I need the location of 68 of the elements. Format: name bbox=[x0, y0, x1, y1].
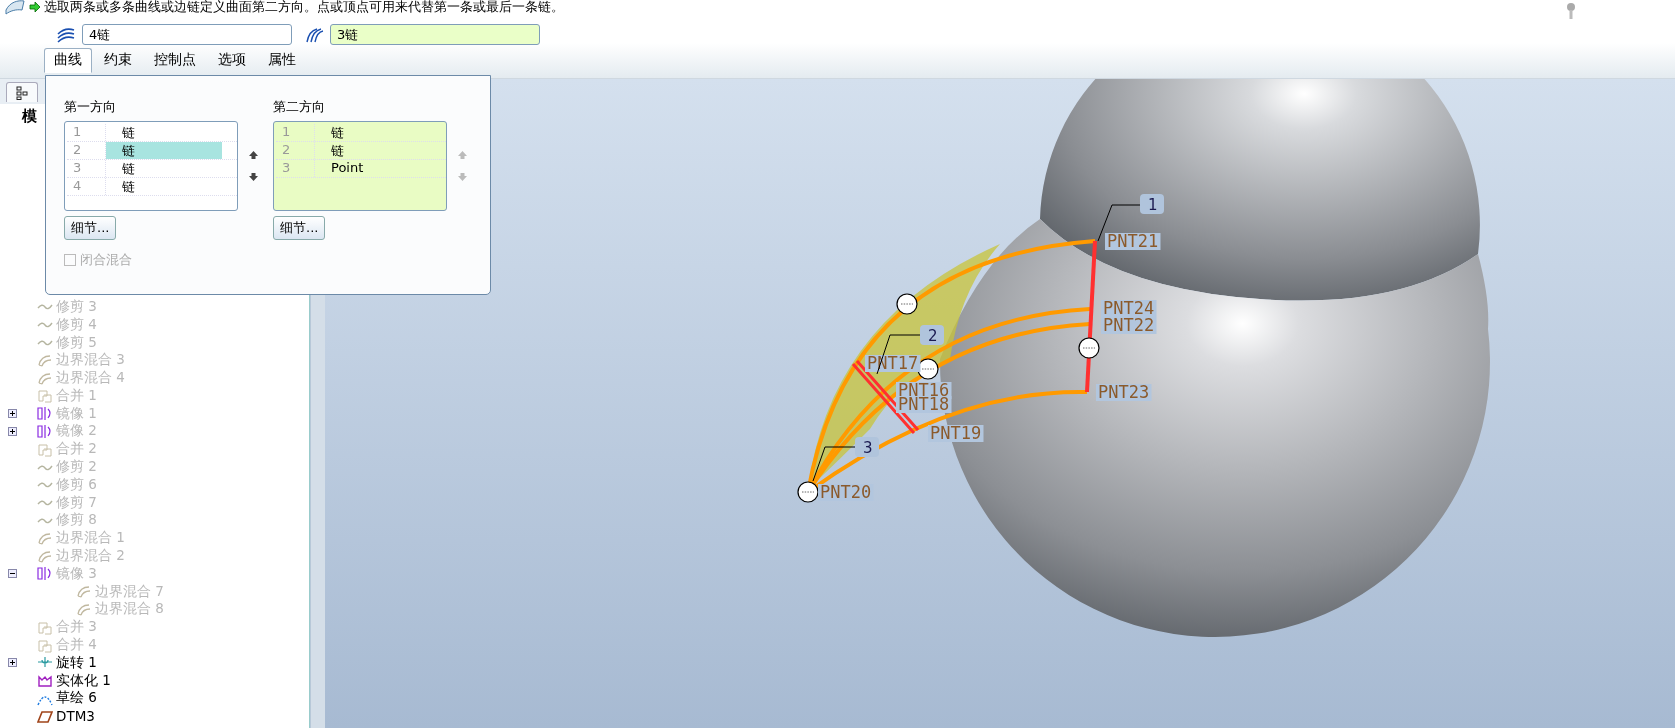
arrow-icon bbox=[29, 1, 41, 13]
merge-feature-icon bbox=[37, 441, 53, 457]
callout-tag: 3 bbox=[855, 437, 879, 457]
chain-list-item[interactable]: 链 bbox=[106, 160, 222, 177]
tree-item[interactable]: 草绘 6 bbox=[21, 689, 97, 708]
blend-feature-icon bbox=[76, 601, 92, 617]
leader-line bbox=[812, 446, 856, 482]
drag-handle[interactable] bbox=[797, 481, 819, 503]
curves-icon bbox=[303, 25, 325, 44]
point-label: PNT21 bbox=[1105, 231, 1161, 251]
blend-feature-icon bbox=[37, 548, 53, 564]
model-tree-tab[interactable] bbox=[6, 82, 38, 102]
tab[interactable]: 控制点 bbox=[144, 48, 206, 73]
row-number: 4 bbox=[67, 178, 106, 195]
drag-handle[interactable] bbox=[896, 293, 918, 315]
chain-list-item[interactable]: Point bbox=[315, 160, 431, 177]
drag-handle[interactable] bbox=[917, 358, 939, 380]
panel-title: 模 bbox=[22, 107, 37, 126]
tab[interactable]: 约束 bbox=[94, 48, 142, 73]
point-label: PNT19 bbox=[928, 423, 984, 443]
direction-title: 第一方向 bbox=[64, 98, 117, 116]
tree-icon bbox=[16, 85, 28, 100]
chain-list-item[interactable]: 链 bbox=[106, 124, 222, 141]
chain-list-item[interactable]: 链 bbox=[106, 178, 222, 195]
prompt-message: 选取两条或多条曲线或边链定义曲面第二方向。点或顶点可用来代替第一条或最后一条链。 bbox=[44, 0, 564, 16]
merge-feature-icon bbox=[37, 637, 53, 653]
tab[interactable]: 属性 bbox=[258, 48, 306, 73]
tab[interactable]: 曲线 bbox=[44, 48, 92, 73]
point-label: PNT23 bbox=[1096, 382, 1152, 402]
tree-item[interactable]: 旋转 1 bbox=[21, 653, 97, 672]
chain-collector-field[interactable]: 3链 bbox=[330, 24, 540, 45]
merge-feature-icon bbox=[37, 388, 53, 404]
mirror-feature-icon bbox=[37, 424, 53, 439]
mirror-feature-icon bbox=[37, 406, 53, 422]
blend-feature-icon bbox=[37, 530, 53, 546]
row-number: 3 bbox=[67, 160, 106, 177]
surface-icon bbox=[4, 0, 26, 16]
chain-list[interactable]: 1 链 2 链 3 Point bbox=[273, 121, 447, 211]
direction-title: 第二方向 bbox=[273, 98, 326, 116]
row-number: 2 bbox=[276, 142, 315, 159]
callout-tag: 1 bbox=[1140, 194, 1164, 214]
chain-list-item[interactable]: 链 bbox=[315, 142, 431, 159]
row-number: 3 bbox=[276, 160, 315, 177]
blend-feature-icon bbox=[76, 584, 92, 600]
point-label: PNT22 bbox=[1101, 315, 1157, 335]
move-down-icon[interactable] bbox=[248, 172, 259, 182]
details-button[interactable]: 细节... bbox=[64, 216, 117, 240]
blend-feature-icon bbox=[37, 352, 53, 368]
mirror-feature-icon bbox=[37, 566, 53, 582]
chain-list[interactable]: 1 链 2 链 3 链 4 链 bbox=[64, 121, 238, 211]
tab[interactable]: 选项 bbox=[208, 48, 256, 73]
chain-list-item[interactable]: 链 bbox=[315, 124, 431, 141]
merge-feature-icon bbox=[37, 619, 53, 635]
callout-tag: 2 bbox=[920, 325, 944, 345]
chain-list-item[interactable]: 链 bbox=[106, 142, 222, 159]
point-label: PNT24 bbox=[1101, 298, 1157, 318]
blend-feature-icon bbox=[37, 370, 53, 386]
drag-handle[interactable] bbox=[1078, 337, 1100, 359]
solidify-feature-icon bbox=[37, 673, 53, 689]
tree-item[interactable]: DTM3 bbox=[21, 708, 95, 725]
chain-collector-field[interactable]: 4链 bbox=[82, 24, 292, 45]
move-up-icon[interactable] bbox=[248, 150, 259, 160]
row-number: 1 bbox=[276, 124, 315, 141]
tree-item[interactable]: 实体化 1 bbox=[21, 671, 111, 690]
details-button[interactable]: 细节... bbox=[273, 216, 326, 240]
row-number: 1 bbox=[67, 124, 106, 141]
datum-feature-icon bbox=[37, 708, 53, 724]
curves-icon bbox=[55, 25, 77, 44]
